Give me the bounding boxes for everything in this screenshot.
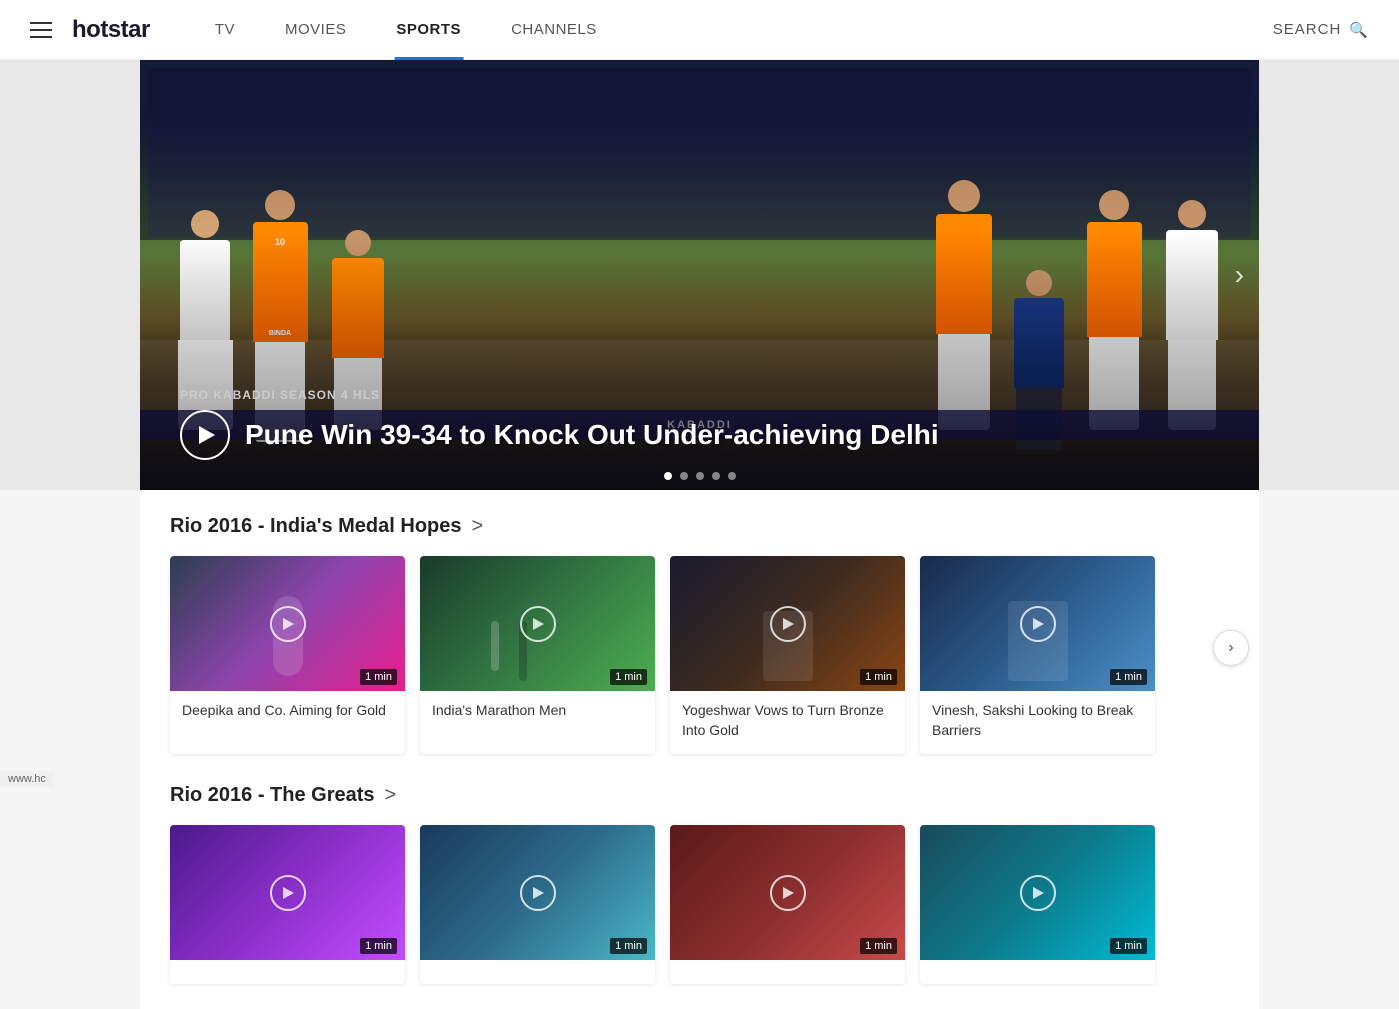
card-2-play[interactable]: [520, 606, 556, 642]
card-greats-1[interactable]: 1 min: [170, 825, 405, 984]
card-5-title: [170, 960, 405, 984]
section2-title: Rio 2016 - The Greats: [170, 784, 375, 807]
card-greats-2[interactable]: 1 min: [420, 825, 655, 984]
card-1-play[interactable]: [270, 606, 306, 642]
card-8-title: [920, 960, 1155, 984]
header-left: hotstar: [30, 16, 150, 44]
card-greats-4[interactable]: 1 min: [920, 825, 1155, 984]
site-url: www.hc: [8, 773, 46, 785]
card-3-thumb: 1 min: [670, 556, 905, 691]
play-icon: [199, 426, 215, 444]
card-deepika[interactable]: 1 min Deepika and Co. Aiming for Gold: [170, 556, 405, 754]
card-8-play[interactable]: [1020, 875, 1056, 911]
nav-sports[interactable]: SPORTS: [371, 0, 486, 60]
card-2-title: India's Marathon Men: [420, 691, 655, 735]
logo: hotstar: [72, 16, 150, 44]
card-7-thumb: 1 min: [670, 825, 905, 960]
card-6-title: [420, 960, 655, 984]
card-4-title: Vinesh, Sakshi Looking to Break Barriers: [920, 691, 1155, 754]
card-2-duration: 1 min: [610, 669, 647, 685]
card-6-thumb: 1 min: [420, 825, 655, 960]
hero-category: PRO KABADDI SEASON 4 HLS: [180, 388, 939, 402]
section-the-greats: Rio 2016 - The Greats > 1 min: [170, 784, 1229, 984]
play-icon: [783, 887, 794, 899]
card-3-duration: 1 min: [860, 669, 897, 685]
card-greats-3[interactable]: 1 min: [670, 825, 905, 984]
hero-play-button[interactable]: [180, 410, 230, 460]
play-icon: [283, 887, 294, 899]
card-1-title: Deepika and Co. Aiming for Gold: [170, 691, 405, 735]
hero-content: PRO KABADDI SEASON 4 HLS Pune Win 39-34 …: [180, 388, 939, 460]
card-1-duration: 1 min: [360, 669, 397, 685]
card-5-play[interactable]: [270, 875, 306, 911]
hero-next-button[interactable]: ›: [1235, 259, 1244, 291]
card-marathon[interactable]: 1 min India's Marathon Men: [420, 556, 655, 754]
search-icon: 🔍: [1349, 21, 1369, 39]
card-7-play[interactable]: [770, 875, 806, 911]
hamburger-icon[interactable]: [30, 22, 52, 38]
hero-banner: 10 BINDA: [140, 60, 1259, 490]
section2-header: Rio 2016 - The Greats >: [170, 784, 1229, 807]
play-icon: [783, 618, 794, 630]
header: hotstar TV MOVIES SPORTS CHANNELS SEARCH…: [0, 0, 1399, 60]
section1-header: Rio 2016 - India's Medal Hopes >: [170, 515, 1229, 538]
nav-movies[interactable]: MOVIES: [260, 0, 371, 60]
section1-title: Rio 2016 - India's Medal Hopes: [170, 515, 462, 538]
section2-arrow[interactable]: >: [385, 784, 397, 807]
section1-next-button[interactable]: ›: [1213, 630, 1249, 666]
card-4-play[interactable]: [1020, 606, 1056, 642]
play-icon: [533, 887, 544, 899]
play-icon: [283, 618, 294, 630]
dot-1[interactable]: [664, 472, 672, 480]
card-6-play[interactable]: [520, 875, 556, 911]
card-4-thumb: 1 min: [920, 556, 1155, 691]
search-label: SEARCH: [1273, 21, 1342, 38]
card-3-play[interactable]: [770, 606, 806, 642]
card-2-thumb: 1 min: [420, 556, 655, 691]
search-button[interactable]: SEARCH 🔍: [1273, 21, 1369, 39]
card-8-duration: 1 min: [1110, 938, 1147, 954]
card-5-duration: 1 min: [360, 938, 397, 954]
section-medal-hopes: Rio 2016 - India's Medal Hopes >: [170, 515, 1229, 754]
nav-channels[interactable]: CHANNELS: [486, 0, 622, 60]
dot-3[interactable]: [696, 472, 704, 480]
play-icon: [1033, 618, 1044, 630]
card-6-duration: 1 min: [610, 938, 647, 954]
card-yogeshwar[interactable]: 1 min Yogeshwar Vows to Turn Bronze Into…: [670, 556, 905, 754]
hero-pagination: [664, 472, 736, 480]
main-content: Rio 2016 - India's Medal Hopes >: [140, 490, 1259, 1009]
card-7-duration: 1 min: [860, 938, 897, 954]
card-5-thumb: 1 min: [170, 825, 405, 960]
card-3-title: Yogeshwar Vows to Turn Bronze Into Gold: [670, 691, 905, 754]
hero-title: Pune Win 39-34 to Knock Out Under-achiev…: [245, 419, 939, 451]
dot-4[interactable]: [712, 472, 720, 480]
play-icon: [533, 618, 544, 630]
section1-cards: 1 min Deepika and Co. Aiming for Gold: [170, 556, 1229, 754]
section1-arrow[interactable]: >: [472, 515, 484, 538]
card-8-thumb: 1 min: [920, 825, 1155, 960]
dot-5[interactable]: [728, 472, 736, 480]
play-icon: [1033, 887, 1044, 899]
nav-tv[interactable]: TV: [190, 0, 260, 60]
card-1-thumb: 1 min: [170, 556, 405, 691]
card-vinesh-sakshi[interactable]: 1 min Vinesh, Sakshi Looking to Break Ba…: [920, 556, 1155, 754]
main-nav: TV MOVIES SPORTS CHANNELS: [190, 0, 622, 60]
card-7-title: [670, 960, 905, 984]
card-4-duration: 1 min: [1110, 669, 1147, 685]
section2-cards: 1 min 1 min: [170, 825, 1229, 984]
status-bar: www.hc: [0, 771, 54, 787]
dot-2[interactable]: [680, 472, 688, 480]
